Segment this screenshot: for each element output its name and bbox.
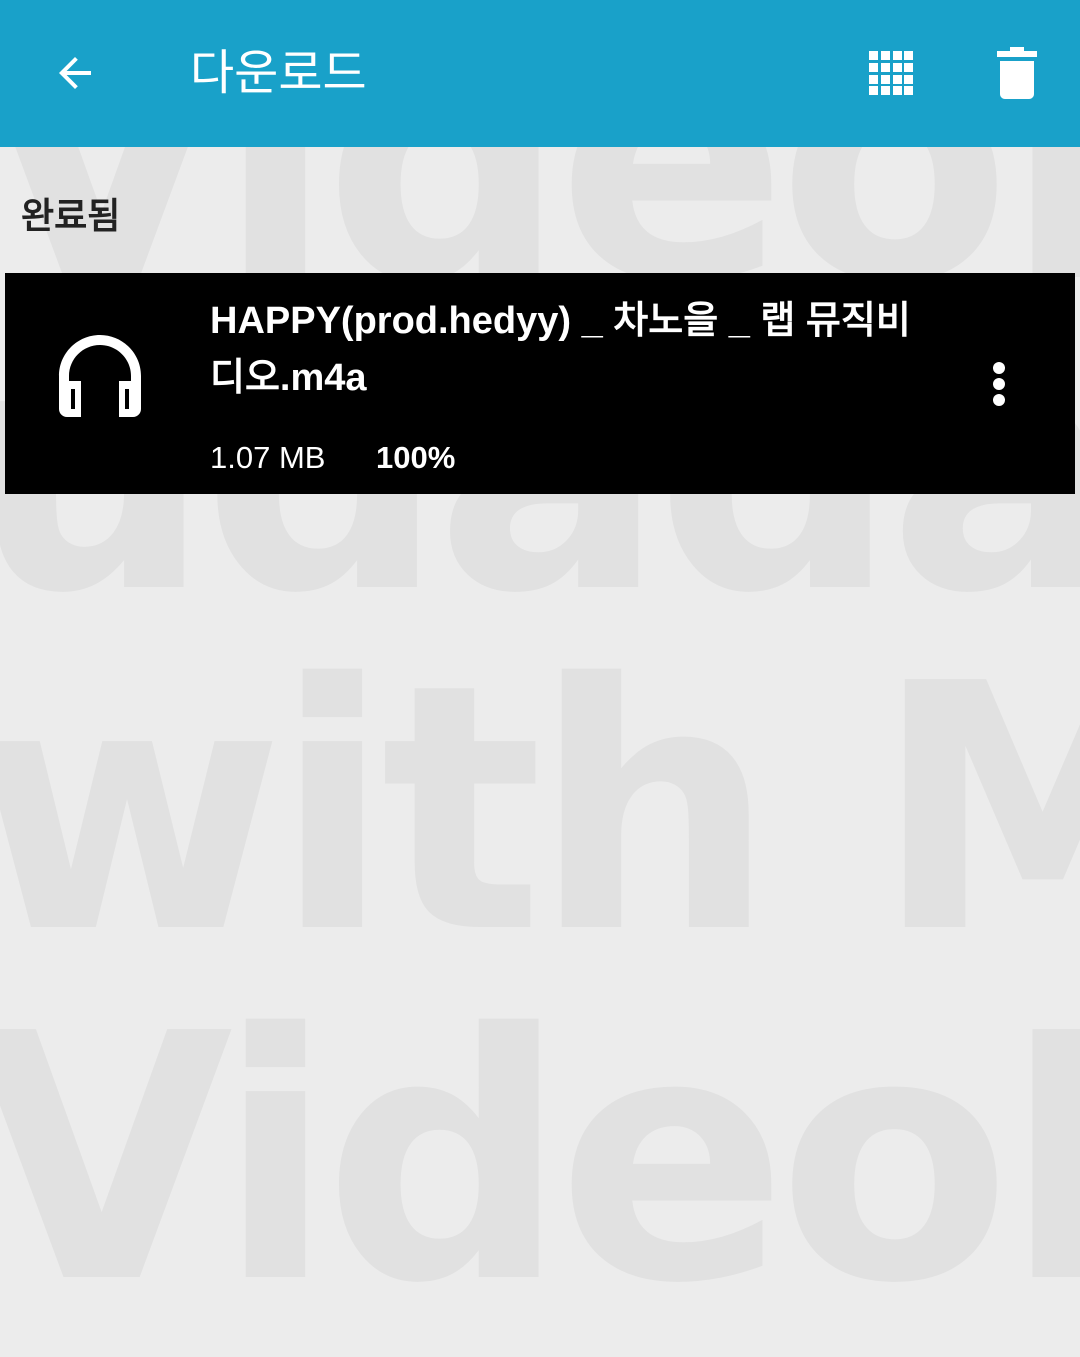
file-name: HAPPY(prod.hedyy) _ 차노을 _ 랩 뮤직비디오.m4a bbox=[210, 300, 911, 399]
downloads-screen: VideoPla udadam V with Mo VideoPla 다운로드 bbox=[0, 0, 1080, 1357]
headphones-icon bbox=[53, 329, 147, 423]
arrow-back-icon bbox=[59, 57, 91, 89]
app-bar: 다운로드 bbox=[0, 0, 1080, 147]
page-title: 다운로드 bbox=[190, 45, 367, 101]
back-button[interactable] bbox=[40, 38, 110, 108]
section-completed-header: 완료됨 bbox=[21, 196, 121, 237]
download-item[interactable]: HAPPY(prod.hedyy) _ 차노을 _ 랩 뮤직비디오.m4a 1.… bbox=[5, 273, 1075, 494]
file-size: 1.07 MB bbox=[210, 440, 326, 475]
download-progress: 100% bbox=[376, 440, 456, 475]
more-vert-icon bbox=[993, 362, 1005, 406]
item-menu-button[interactable] bbox=[977, 353, 1021, 415]
grid-view-icon bbox=[869, 51, 913, 95]
delete-button[interactable] bbox=[982, 38, 1052, 108]
grid-view-button[interactable] bbox=[856, 40, 926, 106]
watermark-line: VideoPla bbox=[0, 962, 1080, 1357]
trash-icon bbox=[997, 47, 1037, 99]
watermark-line: with Mo bbox=[0, 612, 1080, 1008]
watermark: VideoPla udadam V with Mo VideoPla bbox=[0, 0, 1080, 1357]
